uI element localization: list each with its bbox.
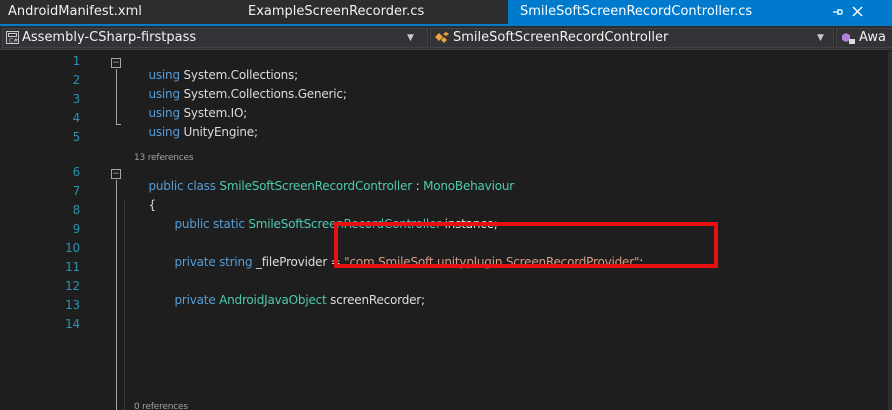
outline-end	[116, 124, 121, 125]
close-icon[interactable]	[852, 0, 863, 24]
line-number: 2	[72, 73, 81, 87]
tab-label: ExampleScreenRecorder.cs	[248, 4, 425, 19]
class-icon	[434, 31, 450, 47]
svg-text:C#: C#	[9, 38, 18, 45]
document-tab-bar: AndroidManifest.xml ExampleScreenRecorde…	[0, 0, 892, 24]
collapse-icon[interactable]: −	[111, 169, 121, 179]
code-line[interactable]: private AndroidJavaObject screenRecorder…	[160, 279, 425, 321]
keyword: private string	[174, 255, 253, 269]
tab-androidmanifest[interactable]: AndroidManifest.xml	[0, 0, 228, 24]
collapse-icon[interactable]: −	[111, 58, 121, 68]
base-class: MonoBehaviour	[423, 179, 514, 193]
line-number: 10	[65, 241, 80, 255]
brace: {	[148, 198, 156, 212]
field-name: _fileProvider	[252, 255, 328, 269]
line-number: 6	[72, 165, 81, 179]
type-name: AndroidJavaObject	[215, 293, 327, 307]
indent-guide	[124, 201, 125, 410]
line-number: 12	[65, 279, 80, 293]
codelens-references[interactable]: 13 references	[134, 153, 194, 163]
chevron-down-icon: ▼	[407, 33, 414, 43]
outline-line	[116, 180, 117, 410]
line-number: 3	[72, 92, 81, 106]
code-line[interactable]: public class SmileSoftScreenRecordContro…	[134, 165, 514, 207]
line-number: 4	[72, 111, 81, 125]
method-lock-icon	[840, 31, 856, 47]
line-number: 13	[65, 298, 80, 312]
tab-examplescreenrecorder[interactable]: ExampleScreenRecorder.cs	[240, 0, 508, 24]
line-number: 11	[65, 260, 80, 274]
tab-label: AndroidManifest.xml	[8, 4, 142, 19]
code-editor[interactable]: 1 2 3 4 5 6 7 8 9 10 11 12 13 14 − − 13 …	[0, 51, 892, 410]
vertical-scrollbar[interactable]	[888, 51, 892, 410]
namespace: UnityEngine;	[179, 125, 259, 139]
outline-line	[116, 69, 117, 125]
identifier: screenRecorder;	[326, 293, 425, 307]
line-number: 5	[72, 130, 81, 144]
line-number: 1	[72, 54, 81, 68]
keyword: public class	[148, 179, 216, 193]
keyword: public static	[174, 217, 245, 231]
keyword: using	[148, 125, 180, 139]
line-number: 14	[65, 317, 80, 331]
punctuation: :	[411, 179, 424, 193]
code-line[interactable]: {	[134, 184, 156, 226]
highlight-box	[334, 222, 718, 268]
line-number: 7	[72, 184, 81, 198]
pin-icon[interactable]	[832, 0, 844, 26]
codelens-references[interactable]: 0 references	[134, 402, 188, 410]
tab-label: SmileSoftScreenRecordController.cs	[520, 4, 753, 19]
member-name: Awa	[859, 30, 886, 45]
type-name: SmileSoftScreenRecordController	[453, 30, 669, 45]
class-name: SmileSoftScreenRecordController	[215, 179, 412, 193]
csharp-project-icon: C#	[6, 31, 19, 47]
line-number: 8	[72, 203, 81, 217]
line-number: 9	[72, 222, 81, 236]
member-dropdown[interactable]: Awa	[836, 28, 892, 48]
project-name: Assembly-CSharp-firstpass	[22, 30, 197, 45]
chevron-down-icon: ▼	[817, 33, 824, 43]
code-line[interactable]: using UnityEngine;	[134, 111, 258, 153]
tab-smilesoftscreenrecordcontroller[interactable]: SmileSoftScreenRecordController.cs	[508, 0, 892, 24]
project-dropdown[interactable]: C# Assembly-CSharp-firstpass ▼	[2, 28, 428, 48]
type-dropdown[interactable]: SmileSoftScreenRecordController ▼	[430, 28, 834, 48]
navigation-bar: C# Assembly-CSharp-firstpass ▼ SmileSoft…	[0, 26, 892, 50]
keyword: private	[174, 293, 216, 307]
